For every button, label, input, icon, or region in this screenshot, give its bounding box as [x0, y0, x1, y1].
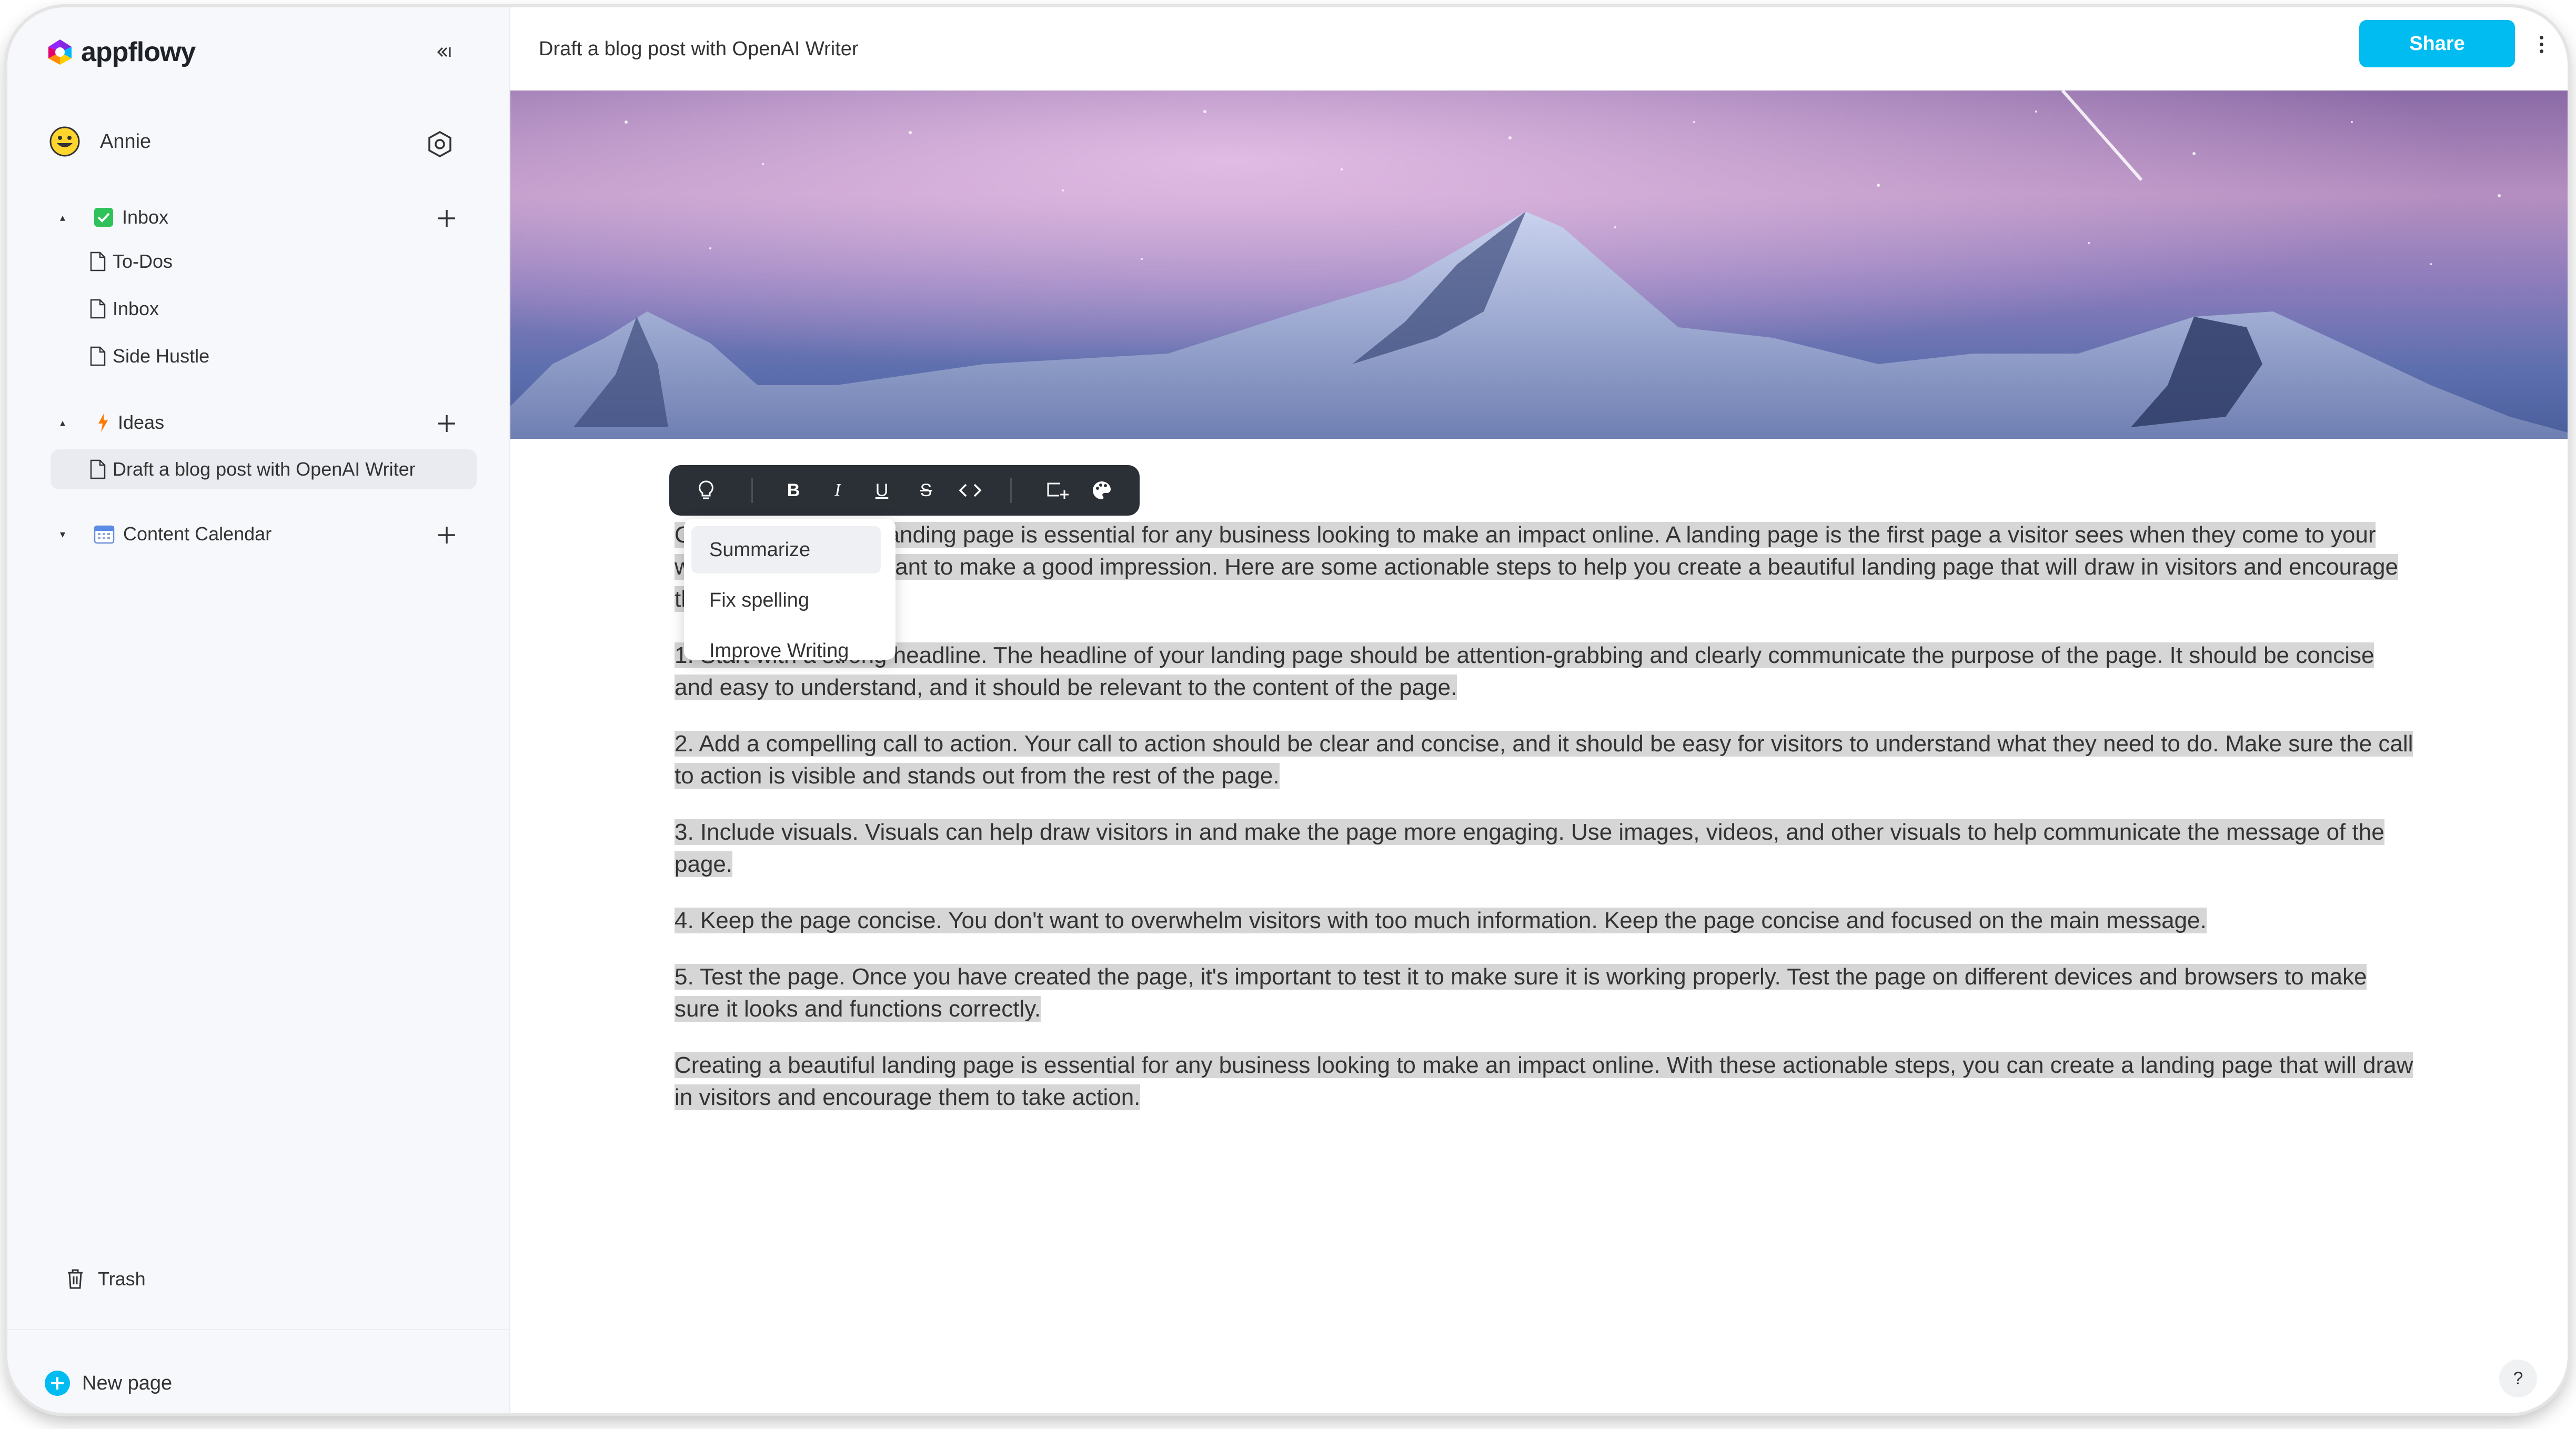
caret-down-icon[interactable]: ▴	[55, 415, 71, 430]
paragraph[interactable]: 3. Include visuals. Visuals can help dra…	[675, 816, 2416, 880]
sidebar-section-label: Content Calendar	[123, 523, 272, 545]
caret-down-icon[interactable]: ▴	[55, 209, 71, 225]
plus-icon	[438, 210, 455, 227]
paragraph-text: 5. Test the page. Once you have created …	[675, 964, 2367, 1022]
text-color-button[interactable]	[1090, 479, 1113, 502]
more-options-button[interactable]	[2531, 28, 2552, 60]
plus-icon	[438, 527, 455, 544]
trash-icon	[68, 1269, 83, 1289]
link-box-icon	[1047, 482, 1069, 499]
more-dot-icon	[2539, 35, 2543, 39]
paragraph[interactable]: Creating a beautiful landing page is ess…	[675, 1049, 2416, 1113]
cover-image	[510, 90, 2568, 439]
app-window: appflowy Annie ▴ Inbox To-Dos Inbox Side…	[7, 7, 2568, 1413]
lightbulb-icon	[699, 480, 713, 499]
paragraph[interactable]: 4. Keep the page concise. You don't want…	[675, 904, 2416, 937]
sidebar-section-content-calendar[interactable]: ▾ Content Calendar	[55, 523, 271, 545]
sidebar-item-label: Inbox	[113, 298, 159, 319]
add-page-button[interactable]	[434, 205, 460, 232]
document-icon	[90, 251, 106, 271]
trash-button[interactable]: Trash	[66, 1268, 146, 1290]
formatting-toolbar: B I U S	[669, 465, 1140, 516]
paragraph[interactable]: 1. Start with a strong headline. The hea…	[675, 639, 2416, 703]
sidebar-section-label: Inbox	[122, 206, 169, 228]
more-dot-icon	[2539, 42, 2543, 46]
sidebar-item-draft-blog-post[interactable]: Draft a blog post with OpenAI Writer	[51, 449, 477, 489]
settings-button[interactable]	[424, 128, 456, 160]
underline-button[interactable]: U	[870, 479, 893, 502]
page-title: Draft a blog post with OpenAI Writer	[539, 38, 859, 60]
sidebar-item-todos[interactable]: To-Dos	[89, 250, 173, 273]
lightning-icon	[98, 413, 108, 432]
ai-lightbulb-button[interactable]	[695, 479, 718, 502]
mountain-night-sky-image	[510, 90, 2568, 439]
sidebar-item-side-hustle[interactable]: Side Hustle	[89, 345, 209, 367]
toolbar-divider	[1010, 478, 1012, 503]
sidebar-item-label: Side Hustle	[113, 345, 210, 367]
sidebar: appflowy Annie ▴ Inbox To-Dos Inbox Side…	[7, 7, 510, 1413]
ai-writer-menu: Summarize Fix spelling Improve Writing	[684, 519, 895, 662]
divider	[7, 1329, 509, 1330]
checkbox-icon	[94, 208, 113, 227]
sidebar-section-label: Ideas	[118, 411, 165, 433]
add-circle-icon	[45, 1371, 70, 1396]
paragraph-text: 4. Keep the page concise. You don't want…	[675, 908, 2207, 933]
sidebar-item-inbox[interactable]: Inbox	[89, 298, 159, 320]
document-body[interactable]: Creating a beautiful landing page is ess…	[675, 519, 2416, 1138]
new-page-button[interactable]: New page	[44, 1370, 172, 1396]
toolbar-divider	[751, 478, 753, 503]
paragraph-text: Creating a beautiful landing page is ess…	[675, 522, 2399, 612]
inline-code-button[interactable]	[959, 479, 982, 502]
grinning-face-icon	[49, 126, 80, 157]
strikethrough-button[interactable]: S	[914, 479, 938, 502]
menu-item-improve-writing[interactable]: Improve Writing	[691, 627, 881, 675]
more-dot-icon	[2539, 49, 2543, 53]
sidebar-section-inbox[interactable]: ▴ Inbox	[55, 206, 168, 228]
sidebar-item-label: To-Dos	[113, 250, 173, 272]
appflowy-logo-icon	[48, 39, 72, 65]
editor-area: Draft a blog post with OpenAI Writer Sha…	[510, 7, 2568, 1413]
collapse-sidebar-button[interactable]	[434, 39, 460, 65]
document-icon	[90, 459, 106, 479]
bold-button[interactable]: B	[782, 479, 805, 502]
user-profile[interactable]: Annie	[49, 126, 151, 157]
palette-icon	[1092, 481, 1111, 499]
sidebar-item-label: Draft a blog post with OpenAI Writer	[113, 458, 416, 480]
add-page-button[interactable]	[434, 410, 460, 437]
paragraph-text: 1. Start with a strong headline. The hea…	[675, 642, 2374, 700]
paragraph[interactable]: Creating a beautiful landing page is ess…	[675, 519, 2416, 615]
share-button[interactable]: Share	[2359, 20, 2515, 67]
paragraph[interactable]: 5. Test the page. Once you have created …	[675, 961, 2416, 1025]
plus-icon	[438, 415, 455, 432]
trash-label: Trash	[98, 1268, 146, 1290]
paragraph-text: 2. Add a compelling call to action. Your…	[675, 731, 2413, 789]
paragraph[interactable]: 2. Add a compelling call to action. Your…	[675, 728, 2416, 792]
italic-button[interactable]: I	[826, 479, 849, 502]
collapse-sidebar-icon	[437, 47, 451, 57]
menu-item-fix-spelling[interactable]: Fix spelling	[691, 577, 881, 624]
logo-text: appflowy	[81, 37, 196, 67]
help-button[interactable]: ?	[2499, 1360, 2537, 1397]
sidebar-section-ideas[interactable]: ▴ Ideas	[55, 411, 164, 434]
paragraph-text: 3. Include visuals. Visuals can help dra…	[675, 819, 2384, 877]
avatar	[49, 126, 80, 157]
app-logo: appflowy	[44, 34, 196, 71]
user-name: Annie	[100, 130, 152, 153]
new-page-label: New page	[82, 1372, 173, 1394]
calendar-icon	[94, 525, 115, 544]
document-icon	[90, 299, 106, 319]
caret-right-icon[interactable]: ▾	[55, 526, 71, 542]
code-icon	[959, 484, 982, 497]
add-link-button[interactable]	[1046, 479, 1069, 502]
menu-item-summarize[interactable]: Summarize	[691, 526, 881, 573]
add-page-button[interactable]	[434, 522, 460, 548]
paragraph-text: Creating a beautiful landing page is ess…	[675, 1052, 2413, 1110]
settings-icon	[428, 131, 451, 157]
document-icon	[90, 346, 106, 366]
